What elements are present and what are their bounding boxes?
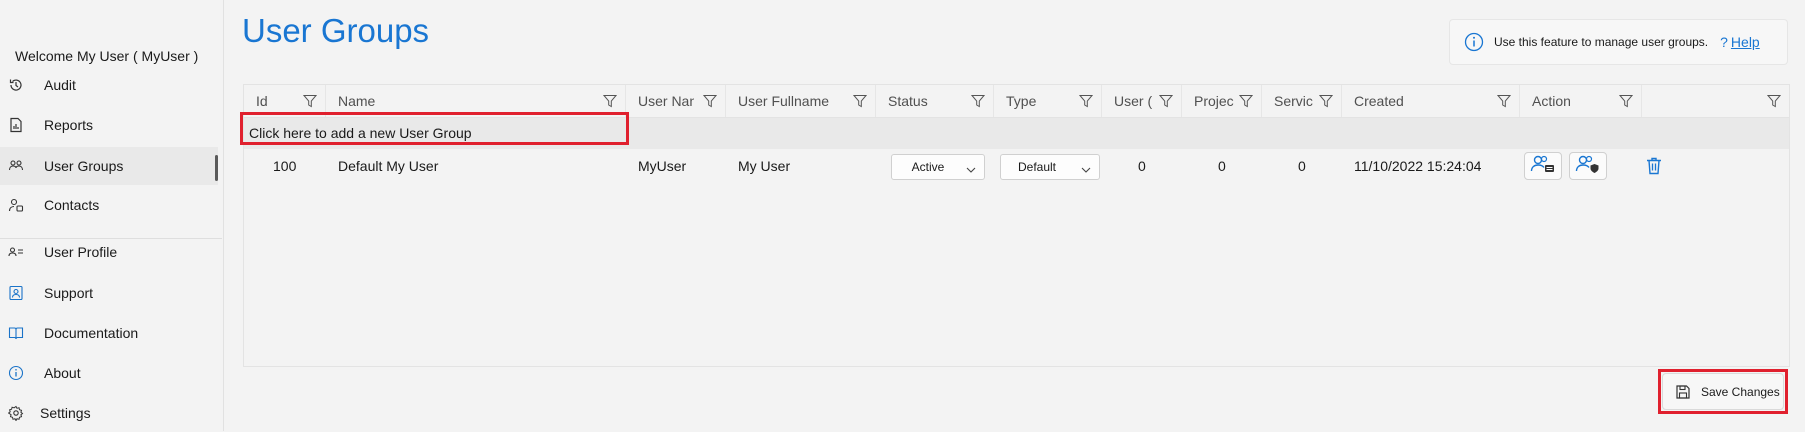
cell-user-count: 0 <box>1138 158 1146 174</box>
sidebar-item-label: Audit <box>44 77 76 93</box>
sidebar-item-label: Documentation <box>44 325 139 341</box>
sidebar-item-label: About <box>44 365 81 381</box>
gear-icon <box>8 405 24 421</box>
sidebar-item-label: Support <box>44 285 94 301</box>
column-header-user-fullname[interactable]: User Fullname <box>726 85 876 117</box>
filter-icon[interactable] <box>1238 94 1254 108</box>
help-question-icon: ? <box>1720 34 1728 50</box>
status-dropdown[interactable]: Active <box>891 154 985 180</box>
sidebar-item-audit[interactable]: Audit <box>0 66 218 104</box>
highlight-save-button <box>1658 369 1788 414</box>
type-value: Default <box>1017 160 1057 174</box>
cell-created: 11/10/2022 15:24:04 <box>1354 158 1482 174</box>
filter-icon[interactable] <box>1158 94 1174 108</box>
sidebar-item-about[interactable]: About <box>0 354 218 392</box>
cell-id: 100 <box>273 158 297 174</box>
user-shield-icon <box>1575 154 1601 179</box>
filter-icon[interactable] <box>852 94 868 108</box>
cell-user-fullname: My User <box>738 158 791 174</box>
cell-user-name: MyUser <box>638 158 687 174</box>
filter-icon[interactable] <box>1496 94 1512 108</box>
column-header-status[interactable]: Status <box>876 85 994 117</box>
sidebar-item-support[interactable]: Support <box>0 274 218 312</box>
manage-users-icon <box>1530 154 1556 179</box>
info-banner: Use this feature to manage user groups. … <box>1449 19 1788 65</box>
sidebar-item-label: Settings <box>40 405 91 421</box>
user-groups-icon <box>8 158 24 174</box>
book-icon <box>8 325 24 341</box>
help-link[interactable]: Help <box>1731 34 1760 50</box>
sidebar: Welcome My User ( MyUser ) Audit Reports… <box>0 0 224 431</box>
info-icon <box>1464 32 1484 52</box>
user-profile-icon <box>8 244 24 260</box>
filter-icon[interactable] <box>1618 94 1634 108</box>
history-icon <box>8 77 24 93</box>
chevron-down-icon <box>1081 163 1091 177</box>
column-header-service-count[interactable]: Servic <box>1262 85 1342 117</box>
filter-icon[interactable] <box>1078 94 1094 108</box>
filter-icon[interactable] <box>970 94 986 108</box>
table-row[interactable]: 100 Default My User MyUser My User Activ… <box>244 149 1789 183</box>
chevron-down-icon <box>966 163 976 177</box>
info-text: Use this feature to manage user groups. <box>1494 35 1709 49</box>
filter-icon[interactable] <box>302 94 318 108</box>
column-header-user-count[interactable]: User ( <box>1102 85 1182 117</box>
sidebar-item-user-groups[interactable]: User Groups <box>0 147 218 185</box>
column-header-project-count[interactable]: Projec <box>1182 85 1262 117</box>
cell-service-count: 0 <box>1298 158 1306 174</box>
type-dropdown[interactable]: Default <box>1000 154 1100 180</box>
filter-icon[interactable] <box>1766 94 1782 108</box>
sidebar-item-label: Reports <box>44 117 94 133</box>
column-header-action[interactable]: Action <box>1520 85 1642 117</box>
sidebar-item-label: Contacts <box>44 197 100 213</box>
sidebar-item-settings[interactable]: Settings <box>0 394 218 432</box>
sidebar-item-reports[interactable]: Reports <box>0 106 218 144</box>
sidebar-item-label: User Profile <box>44 244 118 260</box>
filter-icon[interactable] <box>702 94 718 108</box>
support-icon <box>8 285 24 301</box>
sidebar-item-contacts[interactable]: Contacts <box>0 186 218 224</box>
manage-permissions-button[interactable] <box>1569 152 1607 180</box>
column-header-type[interactable]: Type <box>994 85 1102 117</box>
filter-icon[interactable] <box>1318 94 1334 108</box>
filter-icon[interactable] <box>602 94 618 108</box>
manage-users-button[interactable] <box>1524 152 1562 180</box>
report-icon <box>8 117 24 133</box>
welcome-text: Welcome My User ( MyUser ) <box>15 48 199 64</box>
cell-name: Default My User <box>338 158 439 174</box>
cell-project-count: 0 <box>1218 158 1226 174</box>
delete-trash-icon[interactable] <box>1644 156 1664 181</box>
sidebar-item-documentation[interactable]: Documentation <box>0 314 218 352</box>
highlight-add-row <box>240 112 629 145</box>
status-value: Active <box>911 160 945 174</box>
sidebar-item-label: User Groups <box>44 158 124 174</box>
sidebar-item-user-profile[interactable]: User Profile <box>0 235 218 269</box>
info-icon <box>8 365 24 381</box>
column-header-user-name[interactable]: User Nan <box>626 85 726 117</box>
column-header-created[interactable]: Created <box>1342 85 1520 117</box>
page-title: User Groups <box>242 12 430 49</box>
contacts-icon <box>8 197 24 213</box>
column-header-delete[interactable] <box>1642 85 1789 117</box>
